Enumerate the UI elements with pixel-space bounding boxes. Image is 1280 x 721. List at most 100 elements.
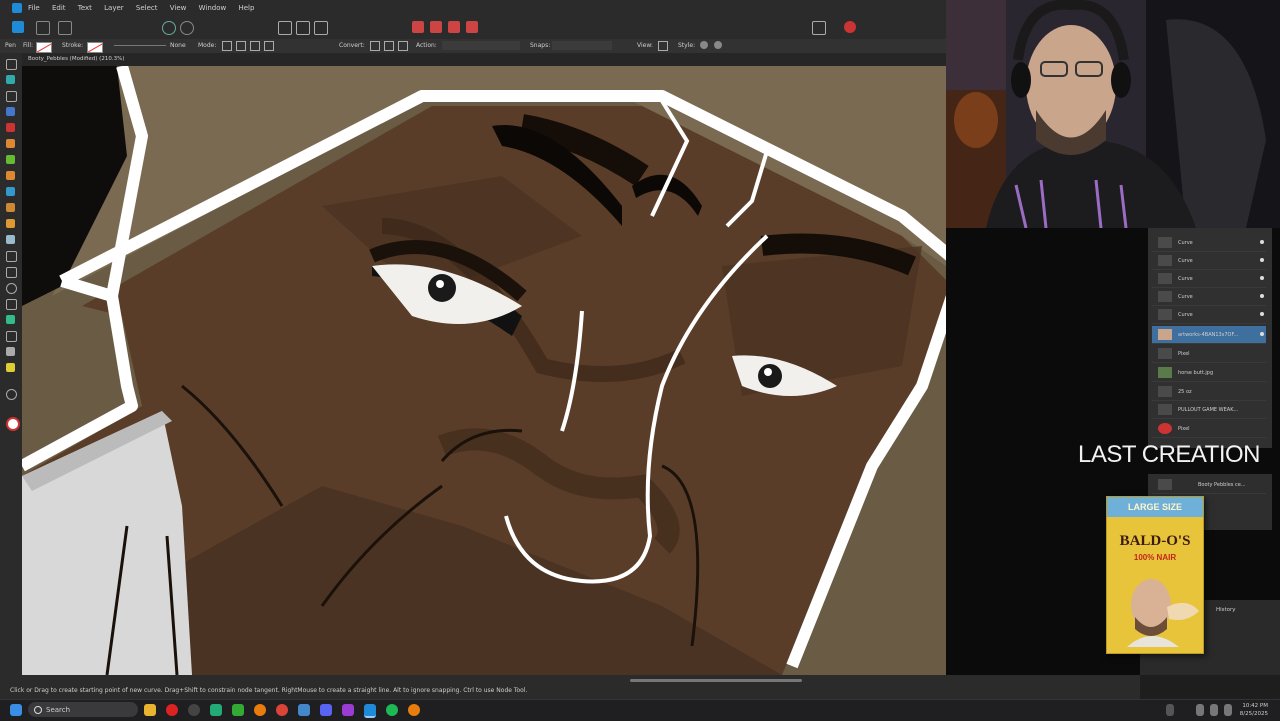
snapping-icon[interactable] [812, 21, 826, 35]
horizontal-scrollbar[interactable] [630, 679, 802, 682]
corner-tool-icon[interactable] [6, 107, 15, 116]
boolean-subtract-icon[interactable] [430, 21, 442, 33]
affinity-designer-icon[interactable] [364, 704, 376, 718]
layer-row[interactable]: Curve [1152, 270, 1266, 288]
node-tool-icon[interactable] [6, 91, 17, 102]
frame-text-icon[interactable] [6, 331, 17, 342]
transparency-tool-icon[interactable] [6, 187, 15, 196]
discord-icon[interactable] [320, 704, 332, 716]
style-icon[interactable] [700, 41, 708, 49]
convert-smooth-icon[interactable] [384, 41, 394, 51]
opera-icon[interactable] [166, 704, 178, 716]
spotify-icon[interactable] [386, 704, 398, 716]
menu-edit[interactable]: Edit [52, 4, 66, 12]
taskbar-search[interactable]: Search [28, 702, 138, 717]
gear-icon[interactable] [162, 21, 176, 35]
align-right-icon[interactable] [314, 21, 328, 35]
layer-row[interactable]: horse butt.jpg [1152, 364, 1266, 382]
menu-layer[interactable]: Layer [104, 4, 124, 12]
blender-alt-icon[interactable] [408, 704, 420, 716]
visibility-icon[interactable] [1260, 312, 1264, 316]
menu-file[interactable]: File [28, 4, 40, 12]
layer-row[interactable]: 25 oz [1152, 383, 1266, 401]
pencil-tool-icon[interactable] [6, 139, 15, 148]
volume-icon[interactable] [1224, 704, 1232, 716]
layer-row[interactable]: Booty Pebbles ce... [1152, 476, 1266, 494]
convert-smart-icon[interactable] [398, 41, 408, 51]
app-icon[interactable] [232, 704, 244, 716]
fill-tool-icon[interactable] [6, 171, 15, 180]
view-icon[interactable] [658, 41, 668, 51]
stroke-swatch[interactable] [87, 42, 103, 53]
visibility-icon[interactable] [1260, 276, 1264, 280]
terminal-icon[interactable] [210, 704, 222, 716]
boolean-intersect-icon[interactable] [448, 21, 460, 33]
snapping-magnet-icon[interactable] [844, 21, 856, 33]
mode-smart-icon[interactable] [236, 41, 246, 51]
grid-icon[interactable] [36, 21, 50, 35]
menu-text[interactable]: Text [78, 4, 92, 12]
microphone-icon[interactable] [1196, 704, 1204, 716]
layer-row[interactable]: PULLOUT GAME WEAK... [1152, 401, 1266, 419]
brush-tool-icon[interactable] [6, 155, 15, 164]
visibility-icon[interactable] [1260, 240, 1264, 244]
fill-swatch[interactable] [36, 42, 52, 53]
layer-row[interactable]: Pixel [1152, 345, 1266, 363]
layer-row[interactable]: Curve [1152, 288, 1266, 306]
blender-icon[interactable] [254, 704, 266, 716]
eraser-tool-icon[interactable] [6, 235, 15, 244]
menu-help[interactable]: Help [238, 4, 254, 12]
tray-chevron-icon[interactable] [1166, 704, 1174, 716]
menu-view[interactable]: View [170, 4, 187, 12]
visibility-icon[interactable] [1260, 294, 1264, 298]
shape-tool-icon[interactable] [6, 299, 17, 310]
visibility-icon[interactable] [1260, 258, 1264, 262]
action-buttons[interactable] [442, 41, 520, 50]
vector-brush-icon[interactable] [6, 203, 15, 212]
align-icon[interactable] [278, 21, 292, 35]
layer-row[interactable]: Curve [1152, 234, 1266, 252]
app-logo-icon[interactable] [12, 3, 22, 13]
pen-tool-icon[interactable] [6, 123, 15, 132]
layer-row[interactable]: Curve [1152, 306, 1266, 324]
pen-highlight-icon[interactable] [6, 363, 15, 372]
boolean-xor-icon[interactable] [466, 21, 478, 33]
crop-tool-icon[interactable] [6, 251, 17, 262]
stroke-width-slider[interactable] [114, 45, 166, 46]
layer-row-selected[interactable]: artworks-4BAN13s7OF... [1152, 326, 1266, 344]
settings-icon[interactable] [180, 21, 194, 35]
pixel-brush-icon[interactable] [6, 219, 15, 228]
affinity-photo-icon[interactable] [342, 704, 354, 716]
style-alt-icon[interactable] [714, 41, 722, 49]
mode-pen-icon[interactable] [222, 41, 232, 51]
text-tool-icon[interactable] [6, 315, 15, 324]
file-explorer-icon[interactable] [144, 704, 156, 716]
canvas[interactable] [22, 66, 946, 675]
artwork-illustration[interactable] [22, 66, 946, 675]
align-center-icon[interactable] [296, 21, 310, 35]
boolean-add-icon[interactable] [412, 21, 424, 33]
zoom-tool-icon[interactable] [6, 389, 17, 400]
windows-start-icon[interactable] [10, 704, 22, 716]
artboard-tool-icon[interactable] [6, 75, 15, 84]
move-tool-icon[interactable] [6, 59, 17, 70]
document-tab[interactable]: Booty_Pebbles (Modified) (210.3%) [28, 56, 124, 62]
history-tab[interactable]: History [1216, 607, 1236, 613]
convert-sharp-icon[interactable] [370, 41, 380, 51]
designer-persona-icon[interactable] [12, 21, 24, 33]
snaps-icon[interactable] [552, 41, 612, 50]
obs-icon[interactable] [188, 704, 200, 716]
mode-polygon-icon[interactable] [250, 41, 260, 51]
layer-row[interactable]: Pixel [1152, 420, 1266, 438]
layer-row[interactable]: Curve [1152, 252, 1266, 270]
visibility-icon[interactable] [1260, 332, 1264, 336]
taskbar-clock[interactable]: 10:42 PM 8/25/2025 [1240, 702, 1268, 718]
network-icon[interactable] [1210, 704, 1218, 716]
layout-icon[interactable] [58, 21, 72, 35]
menu-select[interactable]: Select [136, 4, 158, 12]
app-icon[interactable] [298, 704, 310, 716]
rectangle-tool-icon[interactable] [6, 267, 17, 278]
menu-window[interactable]: Window [199, 4, 227, 12]
mode-line-icon[interactable] [264, 41, 274, 51]
color-picker-icon[interactable] [6, 347, 15, 356]
